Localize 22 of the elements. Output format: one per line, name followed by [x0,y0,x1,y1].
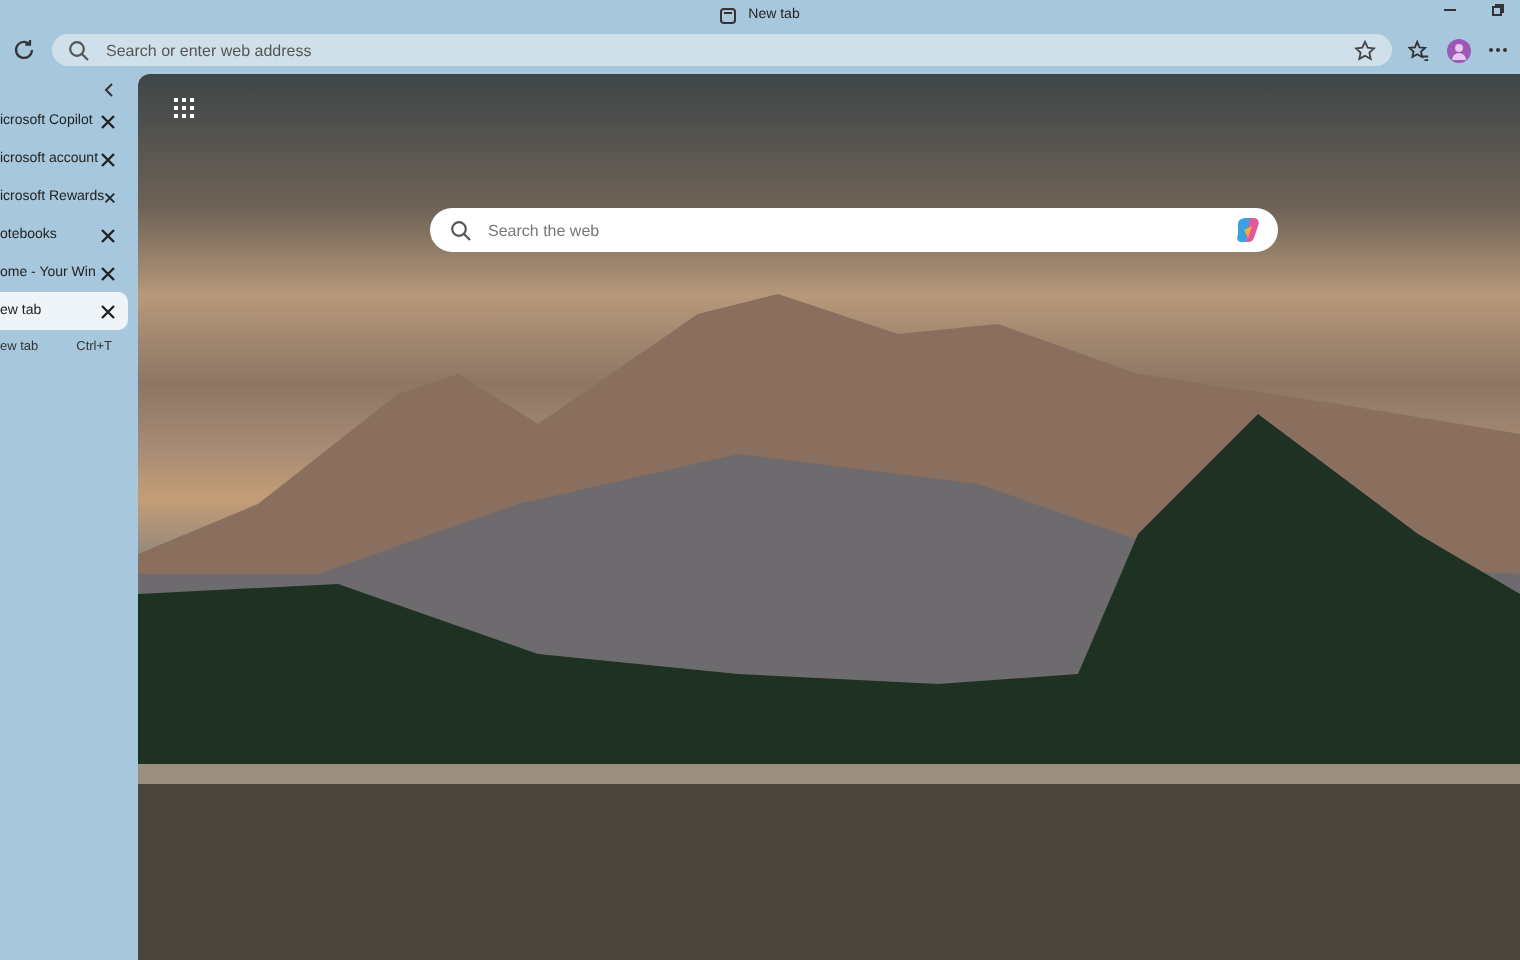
tab-icon [720,7,737,23]
close-icon[interactable] [104,189,116,205]
profile-avatar-icon[interactable] [1446,37,1472,63]
minimize-icon[interactable] [1444,4,1456,16]
web-search-field[interactable]: Search the web [430,208,1278,252]
address-bar[interactable]: Search or enter web address [52,34,1392,66]
close-icon[interactable] [100,265,116,281]
restore-icon[interactable] [1492,4,1504,16]
app-launcher-grid-icon[interactable] [174,98,194,118]
close-icon[interactable] [100,303,116,319]
address-input[interactable]: Search or enter web address [106,41,1338,59]
search-icon [450,219,472,241]
favorites-icon[interactable] [1408,39,1430,61]
more-icon[interactable] [1488,46,1508,54]
close-icon[interactable] [100,227,116,243]
collapse-chevron-icon[interactable] [102,82,114,98]
close-icon[interactable] [100,151,116,167]
close-icon[interactable] [100,113,116,129]
favorite-star-icon[interactable] [1354,39,1376,61]
reload-icon[interactable] [12,38,36,62]
copilot-logo-icon[interactable] [1234,216,1262,244]
search-icon [68,39,90,61]
